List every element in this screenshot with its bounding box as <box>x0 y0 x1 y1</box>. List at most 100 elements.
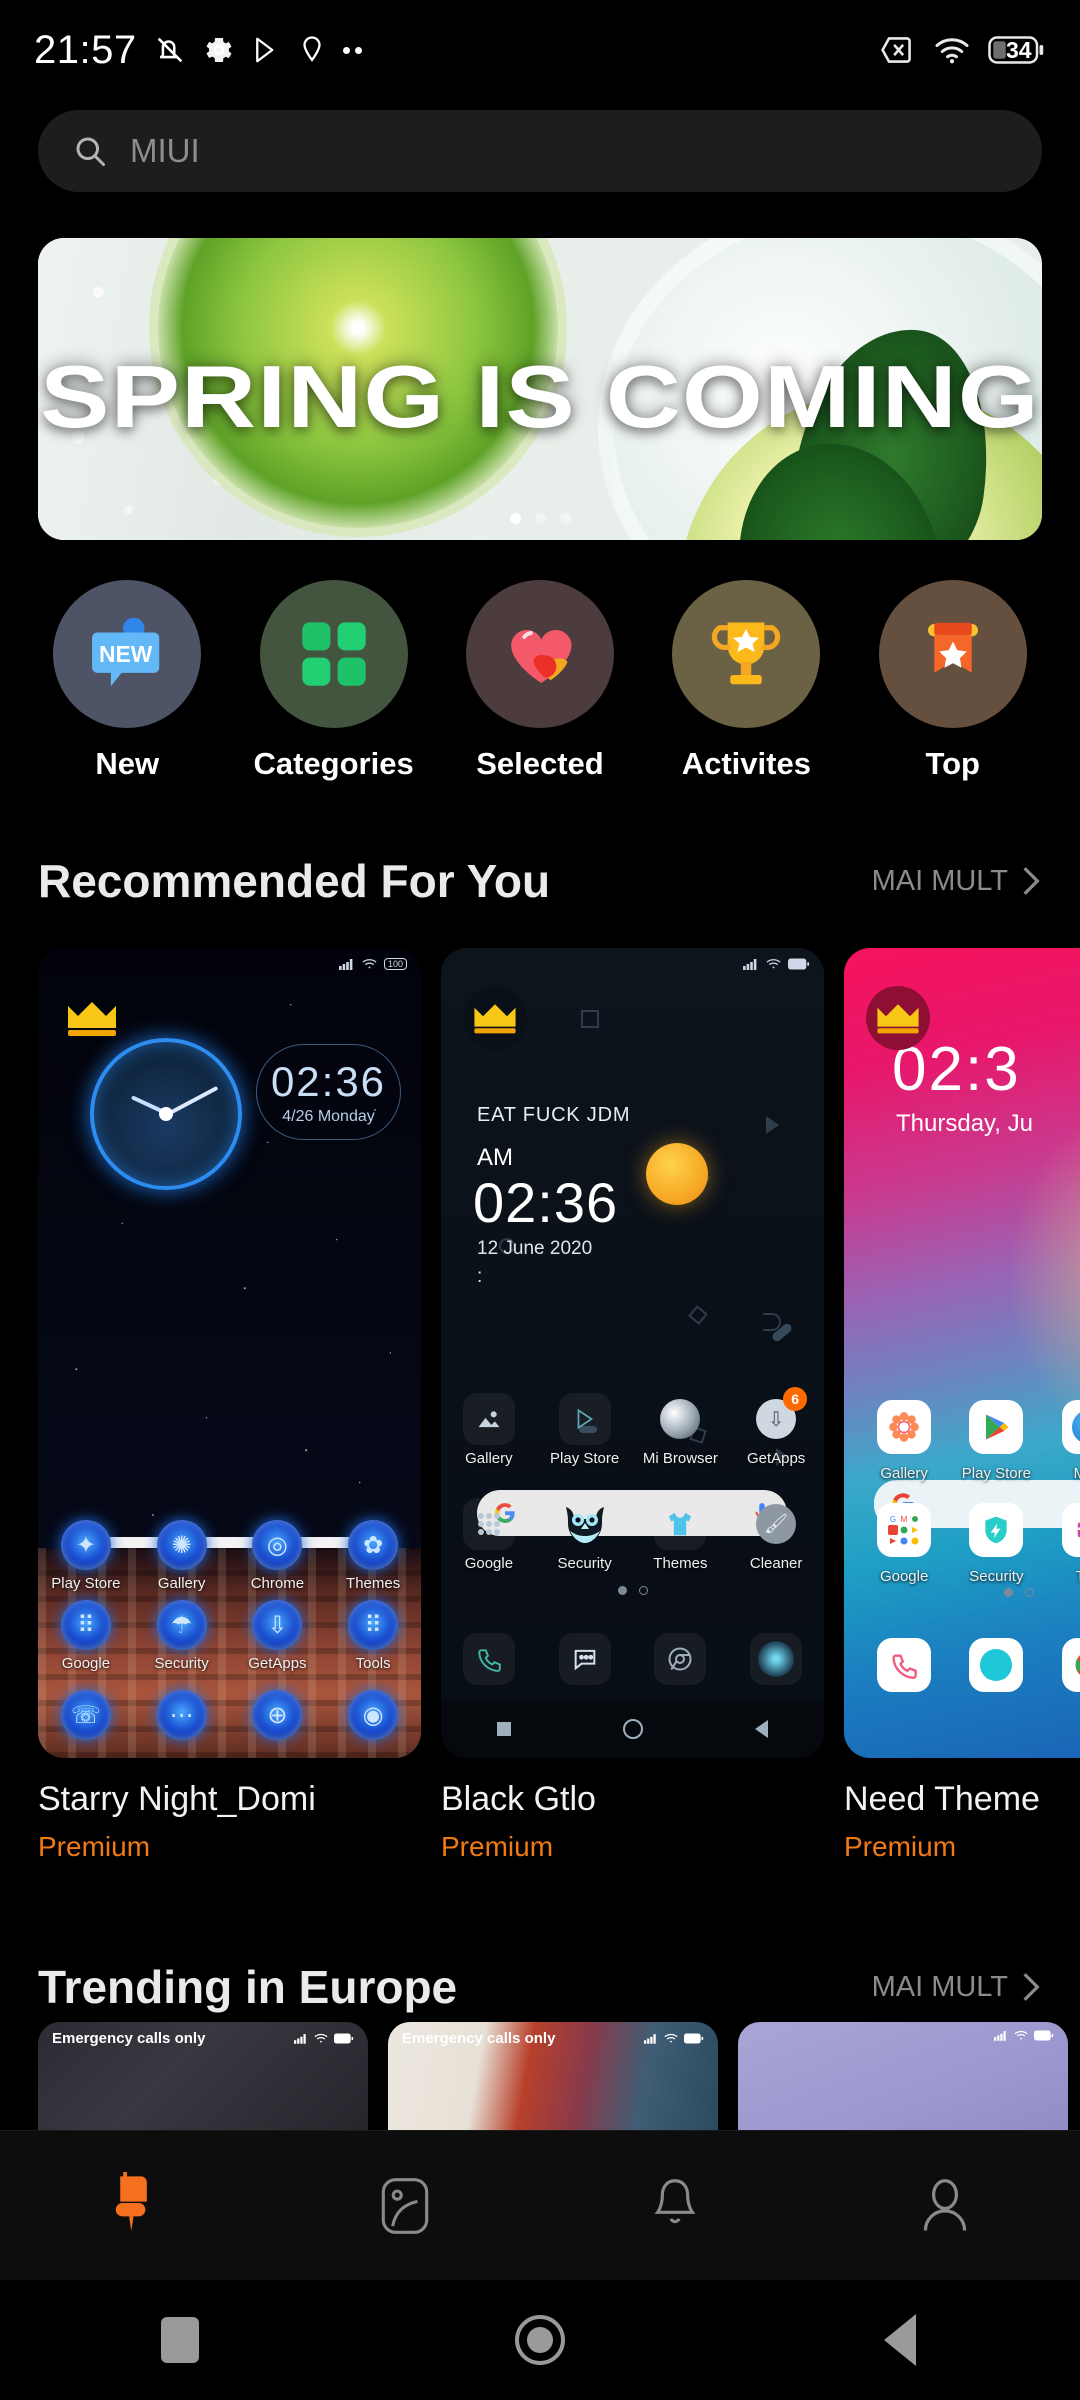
nav-tab-wallpapers[interactable] <box>330 2151 480 2261</box>
preview-battery: 100 <box>383 958 407 970</box>
new-badge-icon: NEW <box>53 580 202 728</box>
chrome-icon <box>1061 1638 1080 1692</box>
camera-icon <box>750 1633 803 1685</box>
app-item: ⊕ <box>230 1690 326 1740</box>
theme-card[interactable]: 02:3 Thursday, Ju Gallery Play Store M G… <box>844 948 1080 1862</box>
browser-icon: ⊕ <box>252 1690 303 1740</box>
app-item: ⠿ Google <box>38 1600 134 1672</box>
preview-meridiem: AM <box>477 1144 513 1171</box>
app-label: Play Store <box>51 1575 121 1592</box>
themes-icon <box>654 1498 707 1550</box>
theme-card[interactable]: 100 02:36 4/26 Monday ✦ Play Store ✺ Gal… <box>38 948 421 1862</box>
app-item: 🖌 Cleaner <box>728 1498 824 1572</box>
theme-price: Premium <box>844 1831 957 1862</box>
phone-icon <box>877 1638 932 1692</box>
recommended-cards: 100 02:36 4/26 Monday ✦ Play Store ✺ Gal… <box>38 948 1080 1862</box>
recents-square-icon <box>161 2317 199 2363</box>
app-label: Themes <box>653 1555 708 1572</box>
heart-icon <box>465 580 614 728</box>
more-label: MAI MULT <box>871 1970 1008 2003</box>
category-label: Activites <box>681 746 811 781</box>
nav-tab-notifications[interactable] <box>600 2151 750 2261</box>
theme-card[interactable]: EAT FUCK JDM AM 02:36 12 June 2020 : Gal… <box>441 948 824 1862</box>
category-new[interactable]: NEW New <box>47 580 207 782</box>
preview-page-dots <box>441 1586 824 1595</box>
app-label: Mi Browser <box>642 1450 718 1467</box>
status-bar: 21:57 34 <box>0 0 1080 100</box>
app-label: Cleaner <box>749 1555 803 1572</box>
preview-status-bar: Emergency calls only <box>402 2030 704 2047</box>
app-item: ✿ Themes <box>325 1520 421 1592</box>
category-categories[interactable]: Categories <box>253 580 414 782</box>
banner-title: SPRING IS COMING <box>40 347 1040 446</box>
app-label: Themes <box>346 1575 401 1592</box>
nav-tab-account[interactable] <box>870 2151 1020 2261</box>
search-input[interactable]: MIUI <box>38 110 1042 192</box>
trending-card[interactable]: Emergency calls only <box>38 2022 368 2142</box>
theme-name: Starry Night_Domi <box>38 1780 316 1818</box>
app-item <box>1043 1638 1080 1692</box>
back-triangle-icon <box>755 1720 768 1738</box>
app-item: Gallery <box>441 1393 537 1467</box>
category-top[interactable]: Top <box>873 580 1033 782</box>
app-label: Gallery <box>157 1575 206 1592</box>
preview-app-row: ✦ Play Store ✺ Gallery ◎ Chrome ✿ Themes <box>38 1520 421 1592</box>
recommended-more-link[interactable]: MAI MULT <box>872 865 1042 898</box>
security-owl-icon <box>559 1498 611 1550</box>
back-triangle-icon <box>884 2314 916 2366</box>
app-item: ☂ Security <box>134 1600 230 1672</box>
home-button[interactable] <box>440 2280 640 2400</box>
status-bar-right: 34 <box>880 35 1046 65</box>
app-item: ⋯ <box>134 1690 230 1740</box>
status-bar-left: 21:57 <box>34 28 362 73</box>
crown-icon <box>866 986 930 1050</box>
preview-time: 02:36 <box>473 1171 619 1234</box>
app-label: Security <box>969 1568 1024 1585</box>
preview-dock <box>441 1633 824 1685</box>
wifi-icon <box>934 35 970 65</box>
nav-tab-themes[interactable] <box>60 2151 210 2261</box>
app-item: Security <box>950 1503 1042 1585</box>
android-navigation-bar <box>0 2280 1080 2400</box>
app-label: GetApps <box>248 1655 307 1672</box>
more-label: MAI MULT <box>871 864 1008 897</box>
category-activites[interactable]: Activites <box>666 580 826 782</box>
more-dots-icon <box>342 46 362 54</box>
preview-status-bar <box>752 2030 1054 2041</box>
app-item: Google <box>441 1498 537 1572</box>
theme-preview[interactable]: 100 02:36 4/26 Monday ✦ Play Store ✺ Gal… <box>38 948 421 1758</box>
app-item: Play Store <box>950 1400 1042 1482</box>
messages-icon <box>558 1633 611 1685</box>
trending-more-link[interactable]: MAI MULT <box>872 1971 1042 2004</box>
app-label: Tools <box>355 1655 391 1672</box>
person-icon <box>923 2178 967 2231</box>
app-item: Gallery <box>858 1400 950 1482</box>
preview-date: 4/26 Monday <box>282 1108 375 1125</box>
trending-card[interactable] <box>738 2022 1068 2142</box>
trending-card[interactable]: Emergency calls only <box>388 2022 718 2142</box>
theme-name: Black Gtlo <box>441 1780 596 1818</box>
recents-button[interactable] <box>80 2280 280 2400</box>
phone-icon: ☏ <box>60 1690 111 1740</box>
banner-carousel-dots[interactable] <box>38 513 1042 524</box>
theme-preview[interactable]: 02:3 Thursday, Ju Gallery Play Store M G… <box>844 948 1080 1758</box>
app-item: Mi B <box>1043 1400 1080 1482</box>
app-label: Chrome <box>250 1575 305 1592</box>
preview-status-bar: Emergency calls only <box>52 2030 354 2047</box>
ribbon-icon <box>878 580 1027 728</box>
category-selected[interactable]: Selected <box>460 580 620 782</box>
app-item: The <box>1043 1503 1080 1585</box>
back-button[interactable] <box>800 2280 1000 2400</box>
preview-status-bar <box>743 958 810 970</box>
preview-status-bar: 100 <box>338 958 407 970</box>
promo-banner[interactable]: SPRING IS COMING <box>38 238 1042 540</box>
app-label: Play Store <box>550 1450 620 1467</box>
gallery-icon <box>877 1400 932 1454</box>
mi-browser-icon <box>1061 1400 1080 1454</box>
battery-icon: 34 <box>988 35 1046 65</box>
theme-preview[interactable]: EAT FUCK JDM AM 02:36 12 June 2020 : Gal… <box>441 948 824 1758</box>
chevron-right-icon <box>1023 1973 1040 2001</box>
app-item: G M Google <box>858 1503 950 1585</box>
search-icon <box>72 133 108 169</box>
emergency-label: Emergency calls only <box>402 2030 556 2047</box>
